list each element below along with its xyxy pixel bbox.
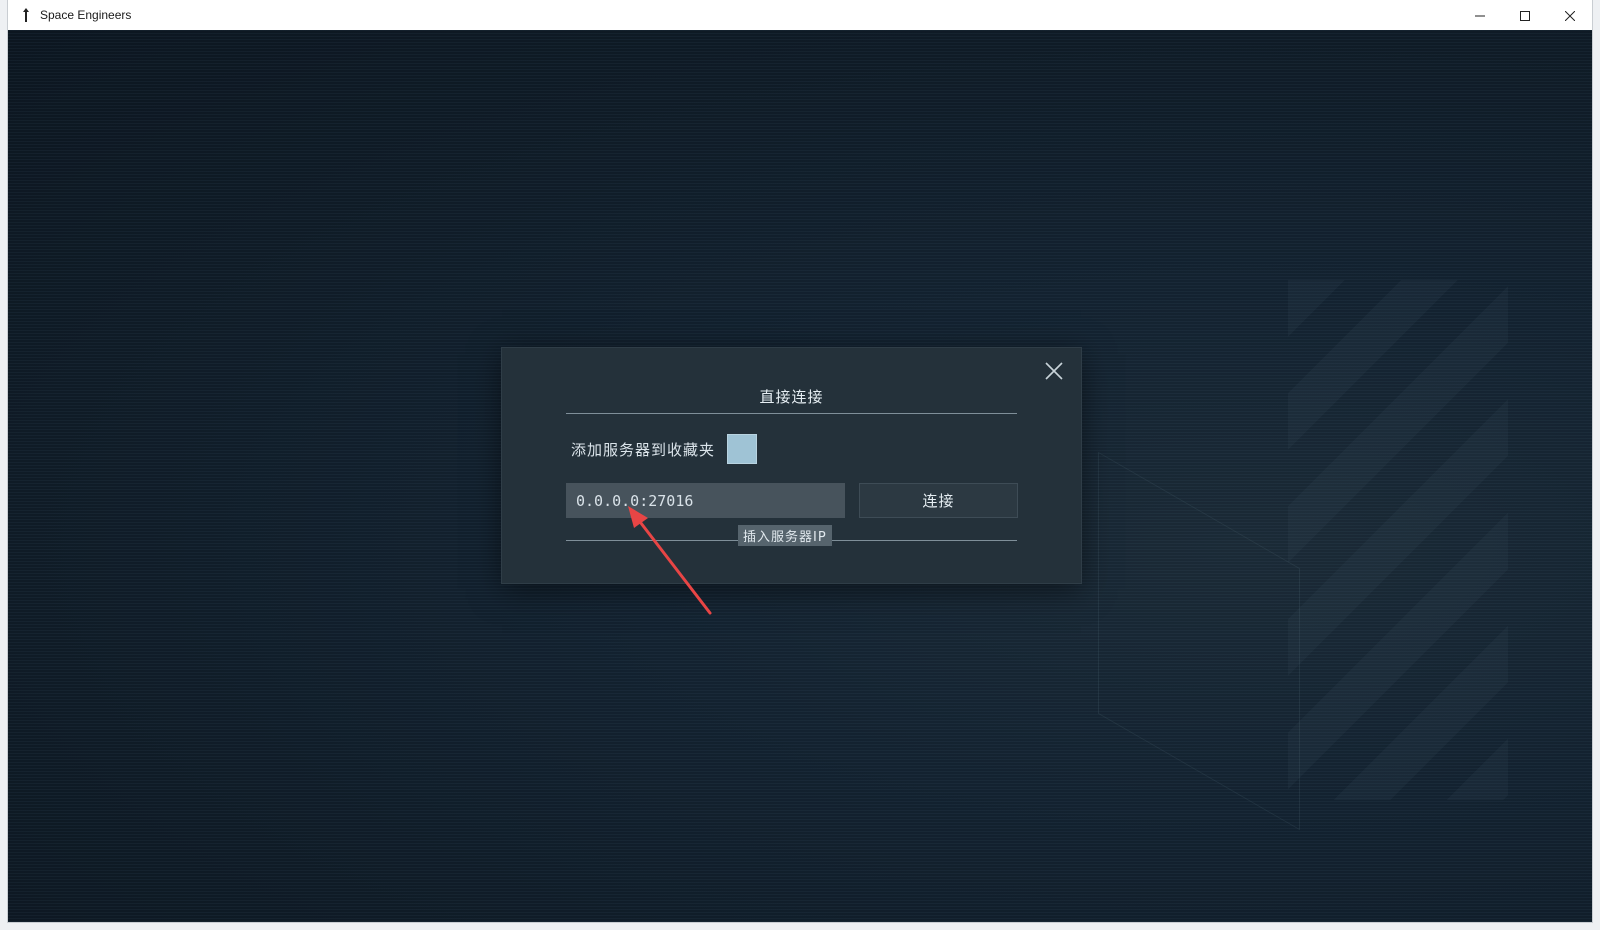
space-engineers-logo-icon bbox=[18, 7, 34, 23]
connect-button[interactable]: 连接 bbox=[859, 483, 1018, 518]
server-ip-input[interactable]: 0.0.0.0:27016 bbox=[566, 483, 845, 518]
connect-button-label: 连接 bbox=[922, 492, 955, 510]
maximize-icon bbox=[1519, 6, 1530, 25]
server-ip-value: 0.0.0.0:27016 bbox=[576, 491, 694, 510]
window-title: Space Engineers bbox=[40, 8, 132, 22]
direct-connect-dialog: 直接连接 添加服务器到收藏夹 0.0.0.0:27016 连接 插入服务器IP bbox=[502, 348, 1081, 583]
ip-tooltip: 插入服务器IP bbox=[738, 525, 832, 546]
close-window-button[interactable] bbox=[1547, 0, 1592, 30]
close-icon bbox=[1045, 362, 1063, 384]
favorite-checkbox[interactable] bbox=[727, 434, 758, 464]
title-bar[interactable]: Space Engineers bbox=[8, 0, 1592, 31]
minimize-button[interactable] bbox=[1457, 0, 1502, 30]
favorite-row: 添加服务器到收藏夹 bbox=[571, 434, 758, 464]
game-background: 直接连接 添加服务器到收藏夹 0.0.0.0:27016 连接 插入服务器IP bbox=[8, 30, 1592, 922]
dialog-close-button[interactable] bbox=[1043, 362, 1065, 384]
background-decoration bbox=[1098, 451, 1300, 831]
title-divider bbox=[566, 413, 1017, 414]
close-icon bbox=[1564, 6, 1575, 25]
favorite-label: 添加服务器到收藏夹 bbox=[571, 440, 716, 459]
dialog-title: 直接连接 bbox=[759, 388, 824, 406]
maximize-button[interactable] bbox=[1502, 0, 1547, 30]
app-window: Space Engineers 直接连接 添加服务器到收藏夹 0.0.0.0:2… bbox=[8, 0, 1592, 922]
window-controls bbox=[1457, 0, 1592, 30]
minimize-icon bbox=[1474, 6, 1485, 25]
background-decoration bbox=[1288, 280, 1508, 800]
